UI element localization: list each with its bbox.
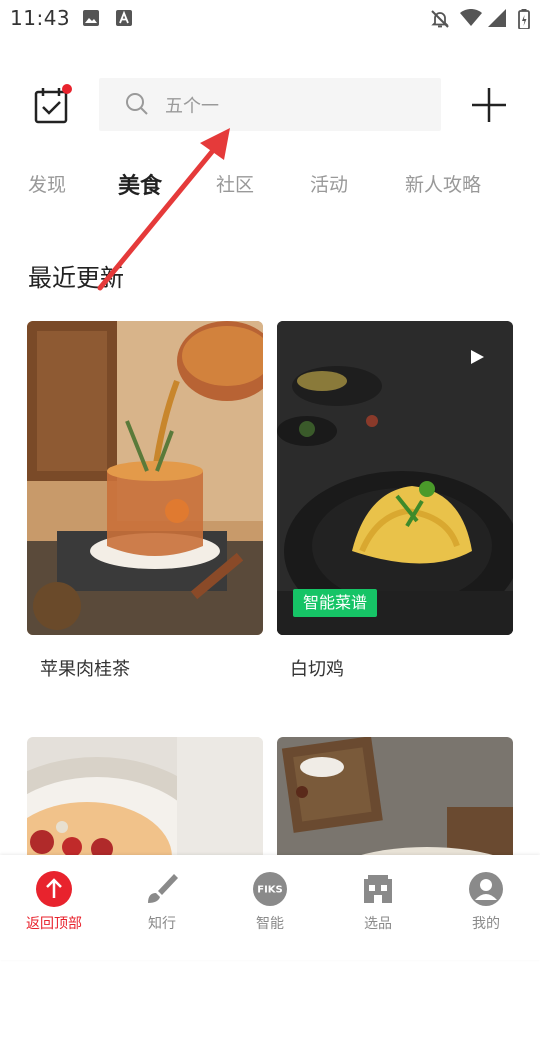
fiks-logo-text: FIKS: [257, 885, 283, 896]
store-icon: [364, 875, 392, 903]
fiks-icon: FIKS: [253, 872, 287, 906]
chicken-photo: [277, 321, 513, 635]
signal-icon: [488, 9, 506, 27]
image-icon: [83, 10, 99, 26]
nav-label: 选品: [364, 916, 392, 932]
notification-dot: [62, 84, 72, 94]
smart-recipe-badge: 智能菜谱: [293, 589, 378, 617]
recipe-card[interactable]: [27, 321, 263, 635]
add-button[interactable]: [470, 86, 508, 124]
tab-events[interactable]: 活动: [310, 170, 348, 197]
nav-back-to-top[interactable]: 返回顶部: [0, 855, 108, 960]
nav-label: 我的: [472, 916, 500, 932]
mute-icon: [431, 10, 449, 28]
card-title[interactable]: 苹果肉桂茶: [40, 655, 130, 681]
tea-photo: [27, 321, 263, 635]
nav-smart[interactable]: FIKS 智能: [216, 855, 324, 960]
section-title: 最近更新: [28, 264, 124, 292]
tab-community[interactable]: 社区: [216, 170, 254, 197]
plus-icon: [472, 88, 506, 122]
wifi-icon: [460, 9, 482, 26]
card-title[interactable]: 白切鸡: [290, 655, 344, 681]
recipe-card[interactable]: 智能菜谱: [277, 321, 513, 635]
play-icon: [471, 350, 484, 364]
nav-label: 智能: [256, 916, 284, 932]
profile-icon: [469, 872, 503, 906]
font-icon: [116, 10, 132, 26]
status-bar: 11:43: [0, 0, 540, 36]
nav-label: 返回顶部: [26, 916, 82, 932]
nav-zhixing[interactable]: 知行: [108, 855, 216, 960]
tab-discover[interactable]: 发现: [28, 170, 66, 197]
tab-food[interactable]: 美食: [118, 168, 162, 200]
tab-newbie-guide[interactable]: 新人攻略: [405, 170, 481, 197]
battery-icon: [518, 9, 530, 29]
bottom-nav: 返回顶部 知行 FIKS 智能 选品 我的: [0, 855, 540, 960]
status-time: 11:43: [10, 6, 71, 30]
nav-label: 知行: [148, 916, 176, 932]
nav-selection[interactable]: 选品: [324, 855, 432, 960]
brush-icon: [148, 874, 178, 903]
search-icon: [126, 93, 148, 115]
search-bar[interactable]: 五个一: [99, 78, 441, 131]
nav-mine[interactable]: 我的: [432, 855, 540, 960]
arrow-up-icon: [36, 871, 72, 907]
search-placeholder: 五个一: [165, 96, 219, 117]
